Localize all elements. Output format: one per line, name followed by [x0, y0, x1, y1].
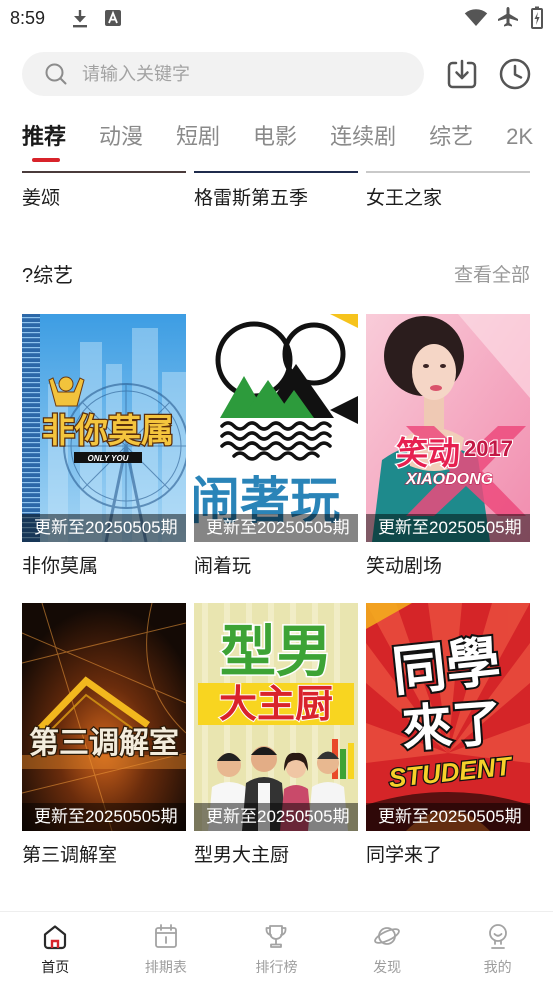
tab-series[interactable]: 连续剧 [330, 122, 396, 164]
show-card[interactable]: 同學 來了 STUDENT 更新至20250505期 同学来了 [366, 603, 530, 892]
poster-year: 2017 [464, 436, 513, 461]
list-item[interactable]: 姜颂 [22, 171, 186, 212]
nav-label: 排行榜 [255, 959, 298, 975]
poster-edge [194, 171, 358, 173]
item-title: 格雷斯第五季 [194, 188, 309, 209]
list-item[interactable]: 格雷斯第五季 [194, 171, 358, 212]
section-title: ?综艺 [22, 265, 74, 287]
nav-label: 首页 [41, 959, 70, 975]
history-icon [499, 58, 531, 90]
poster-art: 笑动 2017 XIAODONG [366, 314, 530, 542]
update-badge: 更新至20250505期 [22, 803, 186, 831]
poster-logo: 同學 [389, 632, 503, 703]
home-icon [44, 925, 67, 950]
previous-row: 姜颂 格雷斯第五季 女王之家 [22, 171, 530, 212]
download-icon [73, 10, 87, 28]
airplane-icon [498, 7, 518, 27]
poster-logo-line2: 來了 [400, 695, 504, 758]
planet-icon [374, 927, 400, 945]
poster: 非你莫属 ONLY YOU 更新至20250505期 [22, 314, 186, 542]
tab-2k[interactable]: 2K [506, 122, 533, 164]
poster-art: 非你莫属 ONLY YOU [22, 314, 186, 542]
variety-grid: 非你莫属 ONLY YOU 更新至20250505期 非你莫属 闹著玩 更新至2… [22, 314, 530, 892]
nav-label: 我的 [483, 959, 512, 975]
trophy-icon [266, 925, 287, 948]
item-title: 姜颂 [22, 188, 61, 209]
poster: 笑动 2017 XIAODONG 更新至20250505期 [366, 314, 530, 542]
show-card[interactable]: 非你莫属 ONLY YOU 更新至20250505期 非你莫属 [22, 314, 186, 603]
nav-profile[interactable]: 我的 [442, 912, 553, 984]
tab-short-drama[interactable]: 短剧 [176, 122, 220, 164]
poster-tagline: ONLY YOU [88, 454, 129, 463]
poster: 同學 來了 STUDENT 更新至20250505期 [366, 603, 530, 831]
download-icon [447, 59, 477, 89]
item-title: 女王之家 [366, 188, 443, 209]
tab-anime[interactable]: 动漫 [99, 122, 143, 164]
show-card[interactable]: 笑动 2017 XIAODONG 更新至20250505期 笑动剧场 [366, 314, 530, 603]
status-bar: 8:59 [0, 0, 553, 36]
poster-art: 同學 來了 STUDENT [366, 603, 530, 831]
wifi-icon [464, 9, 488, 27]
tab-variety[interactable]: 综艺 [429, 122, 473, 164]
card-title: 同学来了 [366, 845, 443, 866]
poster: 第三调解室 更新至20250505期 [22, 603, 186, 831]
search-icon [45, 63, 67, 85]
bottom-nav: 首页 排期表 排行榜 发现 我的 [0, 911, 553, 984]
update-badge: 更新至20250505期 [22, 514, 186, 542]
download-manager-button[interactable] [446, 58, 478, 90]
history-button[interactable] [499, 58, 531, 90]
poster-edge [366, 171, 530, 173]
poster-tagline: XIAODONG [405, 471, 493, 488]
search-input[interactable]: 请输入关键字 [82, 52, 190, 96]
update-badge: 更新至20250505期 [194, 514, 358, 542]
show-card[interactable]: 型男 大主厨 更新至20250505期 型男大主厨 [194, 603, 358, 892]
poster-subtitle: 大主厨 [219, 684, 333, 726]
nav-schedule[interactable]: 排期表 [111, 912, 222, 984]
nav-label: 发现 [373, 959, 402, 975]
poster-edge [22, 171, 186, 173]
user-icon [488, 924, 507, 949]
show-card[interactable]: 闹著玩 更新至20250505期 闹着玩 [194, 314, 358, 603]
poster-logo: 非你莫属 [42, 412, 174, 449]
poster-art: 第三调解室 [22, 603, 186, 831]
calendar-icon [154, 924, 177, 948]
card-title: 非你莫属 [22, 556, 99, 577]
battery-charging-icon [531, 6, 543, 29]
search-bar[interactable]: 请输入关键字 [22, 52, 424, 96]
card-title: 型男大主厨 [194, 845, 290, 866]
list-item[interactable]: 女王之家 [366, 171, 530, 212]
poster-logo: 笑动 [396, 435, 460, 471]
update-badge: 更新至20250505期 [366, 514, 530, 542]
show-card[interactable]: 第三调解室 更新至20250505期 第三调解室 [22, 603, 186, 892]
poster-logo: 型男 [220, 620, 332, 683]
poster-art: 闹著玩 [194, 314, 358, 542]
category-tabs: 推荐 动漫 短剧 电影 连续剧 综艺 2K [22, 122, 553, 164]
update-badge: 更新至20250505期 [194, 803, 358, 831]
status-time: 8:59 [10, 8, 46, 28]
card-title: 笑动剧场 [366, 556, 443, 577]
nav-discover[interactable]: 发现 [332, 912, 443, 984]
card-title: 第三调解室 [22, 845, 118, 866]
view-all-link[interactable]: 查看全部 [454, 263, 530, 289]
update-badge: 更新至20250505期 [366, 803, 530, 831]
text-a-icon [105, 10, 121, 26]
poster: 闹著玩 更新至20250505期 [194, 314, 358, 542]
tab-movies[interactable]: 电影 [253, 122, 297, 164]
tab-recommend[interactable]: 推荐 [22, 122, 66, 164]
nav-ranking[interactable]: 排行榜 [221, 912, 332, 984]
poster-art: 型男 大主厨 [194, 603, 358, 831]
nav-label: 排期表 [144, 959, 187, 975]
card-title: 闹着玩 [194, 556, 252, 577]
nav-home[interactable]: 首页 [0, 912, 111, 984]
poster-logo: 第三调解室 [29, 726, 179, 760]
poster: 型男 大主厨 更新至20250505期 [194, 603, 358, 831]
